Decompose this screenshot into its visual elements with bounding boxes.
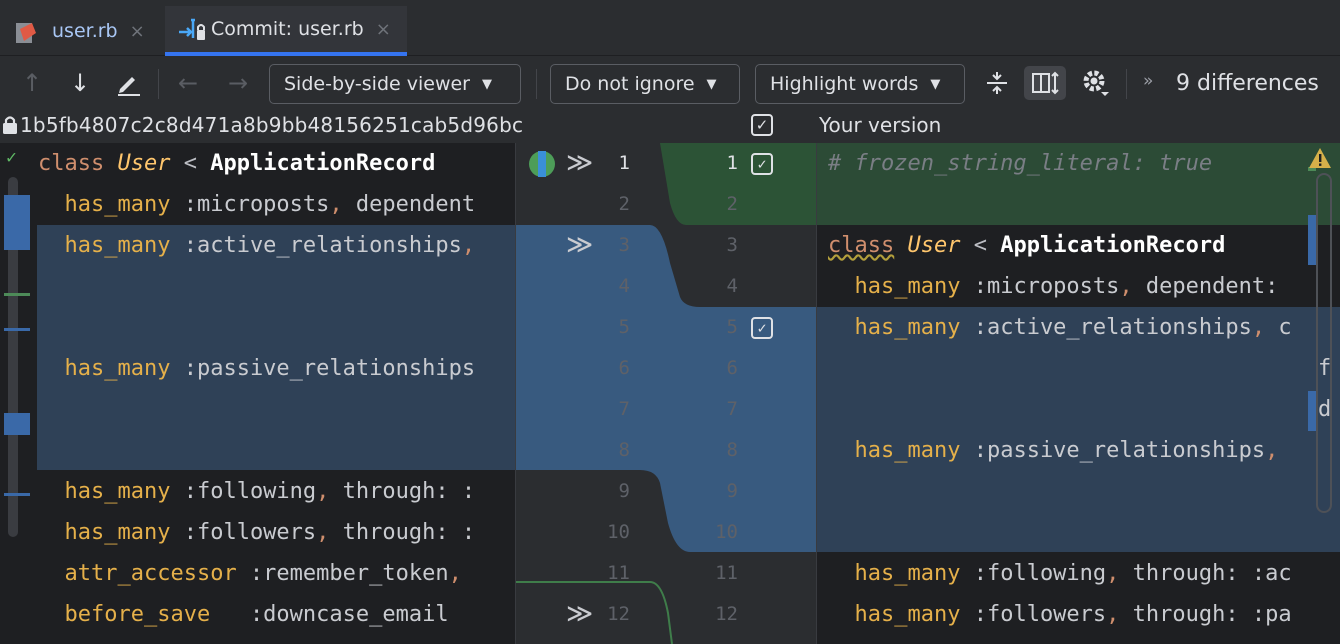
left-line-number: 3 (618, 234, 630, 256)
right-line-number: 8 (726, 439, 738, 461)
toolbar-separator (536, 69, 537, 99)
insert-marker (4, 293, 30, 296)
right-line-number: 3 (726, 234, 738, 256)
left-line-1: class User < ApplicationRecord (38, 151, 436, 176)
tab-commit-user-rb[interactable]: Commit: user.rb × (165, 6, 407, 56)
left-line-number: 12 (607, 603, 630, 625)
right-line-number: 5 (726, 316, 738, 338)
change-marker (4, 493, 30, 496)
right-line-number: 1 (726, 152, 738, 174)
checkbox-icon[interactable]: ✓ (751, 317, 773, 339)
collapse-icon[interactable] (982, 66, 1012, 100)
toolbar-separator (1126, 69, 1127, 99)
checkbox-icon[interactable]: ✓ (751, 114, 773, 136)
right-scrollbar[interactable] (1316, 173, 1332, 513)
ignore-dropdown[interactable]: Do not ignore ▼ (550, 64, 740, 104)
columns-icon[interactable] (1024, 66, 1066, 100)
tab-label: Commit: user.rb (211, 18, 364, 40)
right-line-3: class User < ApplicationRecord (828, 233, 1226, 258)
right-line-number: 6 (726, 357, 738, 379)
right-line-1: # frozen_string_literal: true (828, 151, 1213, 176)
right-line-4: has_many :microposts, dependent: (854, 274, 1279, 299)
left-line-number: 4 (618, 275, 630, 297)
edit-icon[interactable] (112, 66, 144, 100)
checkbox-icon[interactable]: ✓ (751, 153, 773, 175)
inserted-connector (660, 143, 816, 225)
right-line-8: has_many :passive_relationships, (854, 438, 1279, 463)
commit-hash: 1b5fb4807c2c8d471a8b9bb48156251cab5d96bc (20, 113, 524, 137)
right-line-number: 7 (726, 398, 738, 420)
chevron-down-icon: ▼ (482, 76, 492, 92)
tab-bar: user.rb × Commit: user.rb × (0, 0, 1340, 56)
left-line-number: 8 (618, 439, 630, 461)
left-line-number: 11 (607, 562, 630, 584)
close-icon[interactable]: × (376, 19, 391, 40)
right-line-number: 4 (726, 275, 738, 297)
viewer-dropdown[interactable]: Side-by-side viewer ▼ (269, 64, 521, 104)
ruby-file-icon (14, 19, 36, 43)
tab-label: user.rb (52, 20, 118, 42)
right-line-5: has_many :active_relationships, c (854, 315, 1292, 340)
right-line-number: 12 (715, 603, 738, 625)
left-line-number: 7 (618, 398, 630, 420)
warning-icon[interactable] (1308, 147, 1332, 173)
left-line-11: attr_accessor :remember_token, (64, 561, 462, 586)
change-marker (4, 413, 30, 435)
left-line-9: has_many :following, through: : (64, 479, 476, 504)
left-line-number: 10 (607, 521, 630, 543)
your-version-label: Your version (819, 113, 942, 137)
diff-header: 1b5fb4807c2c8d471a8b9bb48156251cab5d96bc… (0, 109, 1340, 143)
left-line-3: has_many :active_relationships, (64, 233, 476, 258)
right-line-number: 11 (715, 562, 738, 584)
back-arrow-icon[interactable]: ← (172, 66, 204, 100)
chevron-down-icon: ▼ (930, 76, 941, 92)
left-line-number: 6 (618, 357, 630, 379)
highlight-dropdown[interactable]: Highlight words ▼ (755, 64, 965, 104)
check-icon: ✓ (6, 147, 17, 168)
chevron-down-icon: ▼ (706, 76, 717, 92)
left-line-number: 1 (618, 152, 630, 174)
right-line-number: 2 (726, 193, 738, 215)
change-marker (4, 195, 30, 250)
diff-editors: ✓ class User < ApplicationRecord has_man… (0, 143, 1340, 644)
gear-icon[interactable] (1080, 66, 1112, 100)
diff-toolbar: ↑ ↓ ← → Side-by-side viewer ▼ Do not ign… (0, 57, 1340, 109)
down-arrow-icon[interactable]: ↓ (66, 66, 94, 100)
tab-user-rb[interactable]: user.rb × (14, 6, 162, 56)
differences-count: 9 differences (1176, 71, 1319, 96)
right-line-11: has_many :following, through: :ac (854, 561, 1292, 586)
merge-icon (177, 16, 207, 42)
right-line-number: 10 (715, 521, 738, 543)
ignore-dropdown-label: Do not ignore (565, 73, 695, 95)
left-line-number: 2 (618, 193, 630, 215)
right-line-number: 9 (726, 480, 738, 502)
forward-arrow-icon[interactable]: → (222, 66, 254, 100)
change-marker (1308, 391, 1316, 431)
up-arrow-icon[interactable]: ↑ (18, 66, 46, 100)
left-line-12: before_save :downcase_email (64, 602, 449, 627)
left-line-number: 5 (618, 316, 630, 338)
left-line-10: has_many :followers, through: : (64, 520, 476, 545)
left-line-number: 9 (618, 480, 630, 502)
merge-status-icon (527, 149, 557, 183)
left-line-2: has_many :microposts, dependent (64, 192, 476, 217)
highlight-dropdown-label: Highlight words (770, 73, 919, 95)
more-chevrons[interactable]: » (1143, 71, 1153, 91)
left-line-6: has_many :passive_relationships (64, 356, 476, 381)
lock-icon (2, 115, 18, 140)
viewer-dropdown-label: Side-by-side viewer (284, 73, 470, 95)
toolbar-separator (158, 69, 159, 99)
close-icon[interactable]: × (130, 21, 145, 42)
change-marker (1308, 215, 1316, 265)
right-line-12: has_many :followers, through: :pa (854, 602, 1292, 627)
change-marker (4, 328, 30, 331)
